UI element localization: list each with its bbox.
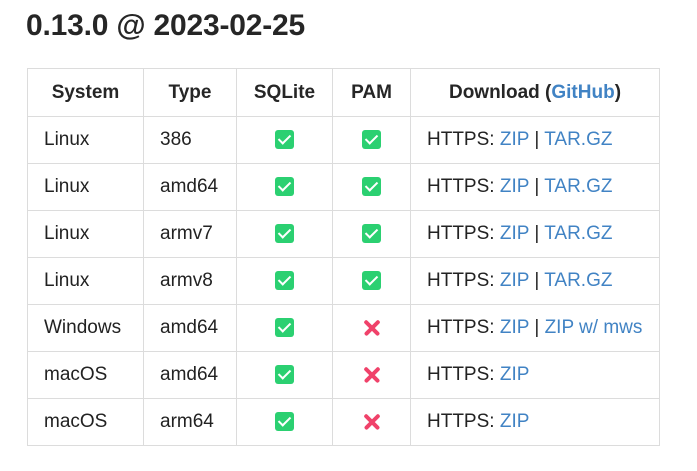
system-cell: Windows	[27, 304, 144, 352]
table-row: Linux amd64 HTTPS: ZIP | TAR.GZ	[27, 163, 660, 211]
system-cell: Linux	[27, 163, 144, 211]
link-separator: |	[534, 317, 540, 338]
table-row: Linux armv7 HTTPS: ZIP | TAR.GZ	[27, 210, 660, 258]
check-icon	[362, 224, 381, 244]
downloads-table: System Type SQLite PAM Download (GitHub)…	[27, 68, 660, 446]
check-icon	[275, 412, 294, 432]
pam-cell	[332, 351, 411, 399]
check-icon	[362, 130, 381, 150]
check-icon	[275, 130, 294, 150]
system-cell: Linux	[27, 116, 144, 164]
type-cell: amd64	[143, 163, 237, 211]
table-row: Linux armv8 HTTPS: ZIP | TAR.GZ	[27, 257, 660, 305]
download-link-secondary[interactable]: TAR.GZ	[544, 129, 612, 150]
type-cell: armv8	[143, 257, 237, 305]
download-link-primary[interactable]: ZIP	[500, 129, 529, 150]
download-link-primary[interactable]: ZIP	[500, 223, 529, 244]
download-link-secondary[interactable]: ZIP w/ mws	[545, 317, 643, 338]
https-label: HTTPS:	[427, 129, 495, 150]
download-cell: HTTPS: ZIP | TAR.GZ	[410, 163, 660, 211]
check-icon	[275, 271, 294, 291]
sqlite-cell	[236, 116, 333, 164]
download-link-secondary[interactable]: TAR.GZ	[544, 176, 612, 197]
download-link-primary[interactable]: ZIP	[500, 317, 529, 338]
sqlite-cell	[236, 163, 333, 211]
pam-cell	[332, 210, 411, 258]
sqlite-cell	[236, 304, 333, 352]
table-row: macOS arm64 HTTPS: ZIP	[27, 398, 660, 446]
check-icon	[275, 365, 294, 385]
pam-cell	[332, 304, 411, 352]
header-row: System Type SQLite PAM Download (GitHub)	[27, 68, 660, 117]
cross-icon	[362, 318, 382, 338]
link-separator: |	[534, 129, 540, 150]
type-cell: armv7	[143, 210, 237, 258]
download-link-primary[interactable]: ZIP	[500, 176, 529, 197]
https-label: HTTPS:	[427, 317, 495, 338]
check-icon	[275, 177, 294, 197]
cross-icon	[362, 365, 382, 385]
download-cell: HTTPS: ZIP	[410, 398, 660, 446]
download-cell: HTTPS: ZIP | TAR.GZ	[410, 116, 660, 164]
https-label: HTTPS:	[427, 176, 495, 197]
header-pam: PAM	[332, 68, 411, 117]
table-row: macOS amd64 HTTPS: ZIP	[27, 351, 660, 399]
https-label: HTTPS:	[427, 270, 495, 291]
pam-cell	[332, 163, 411, 211]
sqlite-cell	[236, 398, 333, 446]
download-cell: HTTPS: ZIP	[410, 351, 660, 399]
link-separator: |	[534, 223, 540, 244]
download-page: 0.13.0 @ 2023-02-25 System Type SQLite P…	[0, 0, 697, 471]
download-cell: HTTPS: ZIP | TAR.GZ	[410, 210, 660, 258]
table-row: Windows amd64 HTTPS: ZIP | ZIP w/ mws	[27, 304, 660, 352]
https-label: HTTPS:	[427, 411, 495, 432]
header-type: Type	[143, 68, 237, 117]
pam-cell	[332, 257, 411, 305]
https-label: HTTPS:	[427, 364, 495, 385]
check-icon	[275, 224, 294, 244]
pam-cell	[332, 116, 411, 164]
sqlite-cell	[236, 210, 333, 258]
download-cell: HTTPS: ZIP | TAR.GZ	[410, 257, 660, 305]
sqlite-cell	[236, 257, 333, 305]
table-row: Linux 386 HTTPS: ZIP | TAR.GZ	[27, 116, 660, 164]
release-title: 0.13.0 @ 2023-02-25	[26, 9, 305, 42]
type-cell: 386	[143, 116, 237, 164]
header-sqlite: SQLite	[236, 68, 333, 117]
header-download-prefix: Download (	[448, 81, 552, 103]
download-link-secondary[interactable]: TAR.GZ	[544, 270, 612, 291]
download-link-primary[interactable]: ZIP	[500, 411, 530, 432]
download-link-secondary[interactable]: TAR.GZ	[544, 223, 612, 244]
download-link-primary[interactable]: ZIP	[500, 364, 530, 385]
cross-icon	[362, 412, 382, 432]
header-download: Download (GitHub)	[410, 68, 660, 117]
check-icon	[362, 271, 381, 291]
https-label: HTTPS:	[427, 223, 495, 244]
check-icon	[275, 318, 294, 338]
system-cell: Linux	[27, 210, 144, 258]
check-icon	[362, 177, 381, 197]
system-cell: macOS	[27, 398, 144, 446]
type-cell: arm64	[143, 398, 237, 446]
download-cell: HTTPS: ZIP | ZIP w/ mws	[410, 304, 660, 352]
link-separator: |	[534, 176, 540, 197]
sqlite-cell	[236, 351, 333, 399]
system-cell: macOS	[27, 351, 144, 399]
type-cell: amd64	[143, 304, 237, 352]
header-system: System	[27, 68, 144, 117]
header-download-suffix: )	[614, 81, 622, 103]
system-cell: Linux	[27, 257, 144, 305]
type-cell: amd64	[143, 351, 237, 399]
download-link-primary[interactable]: ZIP	[500, 270, 529, 291]
link-separator: |	[534, 270, 540, 291]
pam-cell	[332, 398, 411, 446]
github-link[interactable]: GitHub	[551, 82, 614, 103]
